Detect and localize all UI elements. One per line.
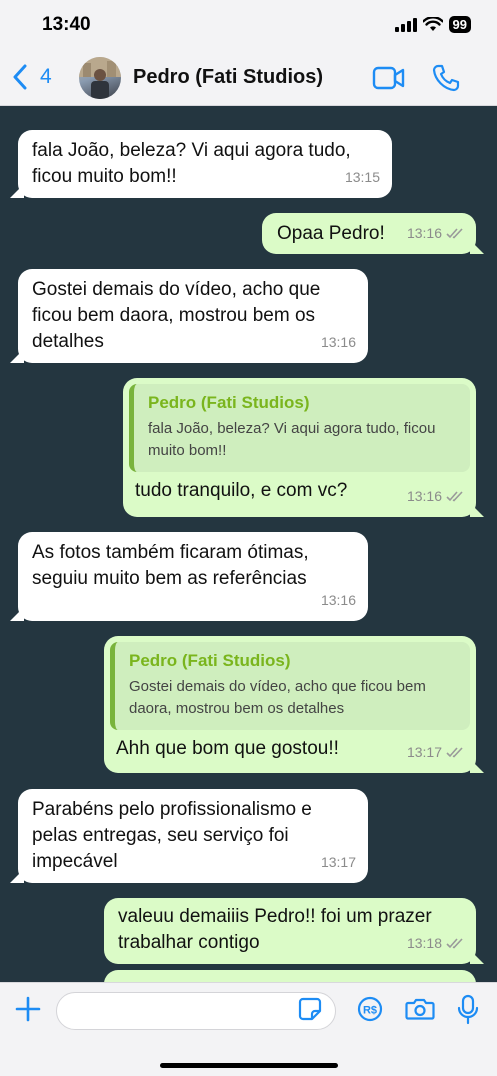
message-time: 13:16	[320, 334, 356, 350]
message-outgoing[interactable]: Opaa Pedro! 13:16	[262, 213, 484, 254]
message-time: 13:17	[320, 854, 356, 870]
unread-count: 4	[40, 65, 52, 88]
signal-icon	[394, 17, 417, 32]
back-button[interactable]: 4	[12, 64, 52, 90]
avatar-photo	[79, 57, 121, 99]
camera-button[interactable]	[405, 997, 435, 1026]
double-check-icon	[446, 227, 463, 238]
chat-header: 13:40 99 4 Pedro (Fati Studios)	[0, 0, 497, 106]
message-time: 13:16	[406, 488, 442, 504]
attach-button[interactable]	[14, 995, 42, 1028]
message-input[interactable]	[56, 992, 336, 1030]
status-icons: 99	[394, 16, 471, 33]
double-check-icon	[446, 937, 463, 948]
message-incoming[interactable]: As fotos também ficaram ótimas, seguiu m…	[10, 532, 368, 621]
voice-message-button[interactable]	[457, 994, 479, 1031]
plus-icon	[15, 996, 41, 1022]
payment-button[interactable]: R$	[357, 996, 383, 1027]
double-check-icon	[446, 746, 463, 757]
home-indicator	[160, 1063, 338, 1068]
camera-icon	[405, 998, 435, 1020]
microphone-icon	[457, 994, 479, 1025]
chevron-left-icon	[13, 64, 27, 90]
message-outgoing-reply[interactable]: Pedro (Fati Studios) Gostei demais do ví…	[104, 636, 484, 773]
battery-indicator: 99	[448, 16, 471, 33]
message-text: Parabéns pelo profissionalismo e pelas e…	[32, 799, 312, 872]
message-time: 13:16	[406, 225, 442, 241]
contact-name[interactable]: Pedro (Fati Studios)	[133, 66, 323, 89]
quoted-message[interactable]: Pedro (Fati Studios) Gostei demais do ví…	[110, 642, 470, 730]
sticker-icon	[298, 997, 322, 1021]
message-time: 13:15	[344, 169, 380, 185]
svg-text:R$: R$	[363, 1005, 377, 1017]
message-list[interactable]: fala João, beleza? Vi aqui agora tudo, f…	[0, 106, 497, 982]
voice-call-button[interactable]	[432, 64, 460, 97]
quoted-text: Gostei demais do vídeo, acho que ficou b…	[129, 678, 426, 717]
message-incoming[interactable]: Parabéns pelo profissionalismo e pelas e…	[10, 789, 368, 883]
status-time: 13:40	[42, 14, 91, 35]
quoted-text: fala João, beleza? Vi aqui agora tudo, f…	[148, 420, 436, 459]
composer-bar: R$	[0, 982, 497, 1076]
message-time: 13:18	[406, 935, 442, 951]
message-outgoing-partial[interactable]	[104, 970, 476, 982]
message-time: 13:16	[320, 592, 356, 608]
message-text: fala João, beleza? Vi aqui agora tudo, f…	[32, 140, 351, 187]
message-outgoing[interactable]: valeuu demaiiis Pedro!! foi um prazer tr…	[104, 898, 484, 964]
phone-icon	[432, 64, 460, 92]
message-incoming[interactable]: fala João, beleza? Vi aqui agora tudo, f…	[10, 130, 392, 198]
video-camera-icon	[372, 66, 405, 90]
quoted-message[interactable]: Pedro (Fati Studios) fala João, beleza? …	[129, 384, 470, 472]
avatar[interactable]	[79, 57, 121, 99]
quoted-sender: Pedro (Fati Studios)	[129, 651, 291, 670]
message-incoming[interactable]: Gostei demais do vídeo, acho que ficou b…	[10, 269, 368, 363]
message-text: As fotos também ficaram ótimas, seguiu m…	[32, 542, 309, 589]
sticker-button[interactable]	[298, 997, 322, 1026]
video-call-button[interactable]	[372, 66, 406, 95]
payment-icon: R$	[357, 996, 383, 1022]
message-outgoing-reply[interactable]: Pedro (Fati Studios) fala João, beleza? …	[123, 378, 484, 517]
message-time: 13:17	[406, 744, 442, 760]
wifi-icon	[422, 17, 443, 31]
double-check-icon	[446, 490, 463, 501]
message-text: Gostei demais do vídeo, acho que ficou b…	[32, 279, 321, 352]
quoted-sender: Pedro (Fati Studios)	[148, 393, 310, 412]
